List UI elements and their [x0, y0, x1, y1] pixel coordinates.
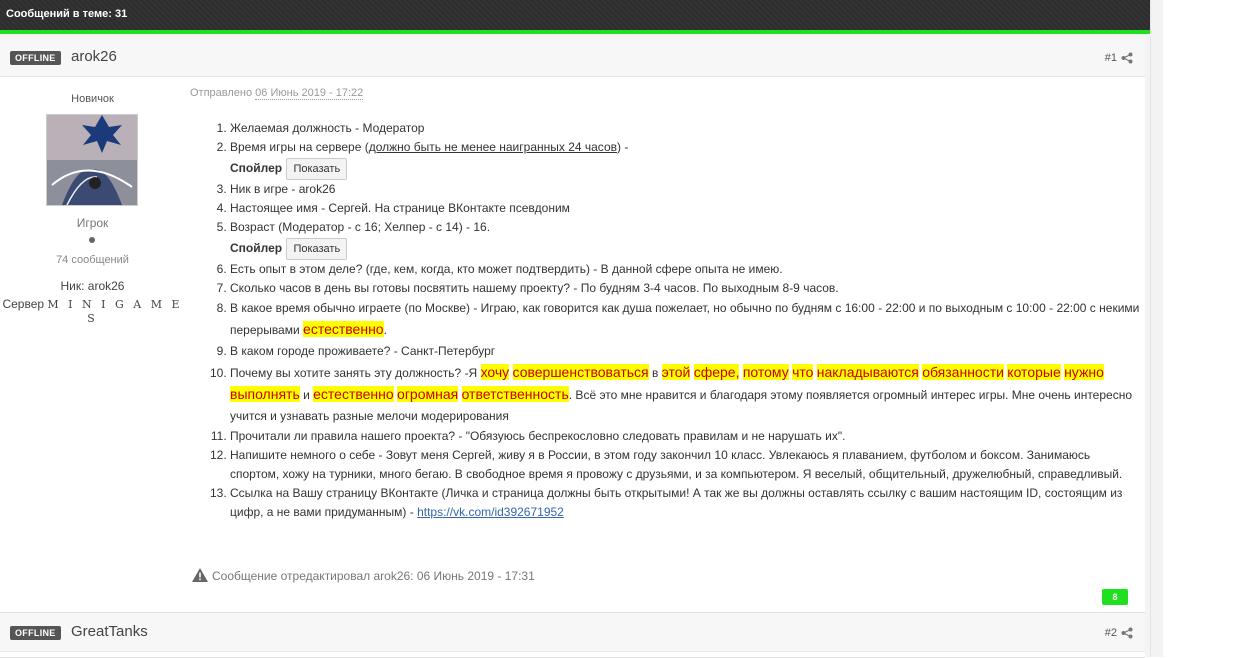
highlighted-word: этой: [661, 364, 691, 380]
post: OFFLINE GreatTanks #2: [0, 613, 1145, 658]
highlighted-word: естественно: [303, 321, 384, 337]
spoiler: Спойлер Показать: [230, 237, 1140, 260]
item-text: Ссылка на Вашу страницу ВКонтакте (Личка…: [230, 486, 1123, 519]
forum-page: Сообщений в теме: 31 OFFLINE arok26 #1 Н…: [0, 0, 1150, 658]
item-text: Настоящее имя - Сергей. На странице ВКон…: [230, 201, 570, 215]
post-number[interactable]: #2: [1105, 627, 1117, 639]
highlighted-word: сфере,: [693, 364, 740, 380]
user-nick: Ник: arok26: [60, 279, 125, 293]
highlighted-word: накладываются: [816, 364, 919, 380]
highlighted-word: которые: [1007, 364, 1061, 380]
item-text: Время игры на сервере (: [230, 140, 369, 154]
list-item: Сколько часов в день вы готовы посвятить…: [230, 279, 1140, 298]
edit-notice: Сообщение отредактировал arok26: 06 Июнь…: [192, 568, 535, 583]
user-server: Сервер M I N I G A M E S: [0, 297, 185, 325]
highlighted-word: что: [792, 364, 814, 380]
item-text: Есть опыт в этом деле? (где, кем, когда,…: [230, 262, 783, 276]
status-badge: OFFLINE: [10, 626, 61, 640]
share-icon[interactable]: [1121, 627, 1133, 639]
list-item: Напишите немного о себе - Зовут меня Сер…: [230, 446, 1140, 484]
item-text: и: [299, 388, 314, 402]
item-text: ) -: [617, 140, 629, 154]
list-item: Возраст (Модератор - с 16; Хелпер - с 14…: [230, 218, 1140, 260]
list-item: Желаемая должность - Модератор: [230, 119, 1140, 138]
spoiler-show-button[interactable]: Показать: [286, 157, 348, 180]
user-group: Игрок: [76, 216, 109, 230]
spoiler-label: Спойлер: [230, 241, 283, 255]
reputation-badge[interactable]: 8: [1102, 589, 1128, 605]
list-item: Есть опыт в этом деле? (где, кем, когда,…: [230, 260, 1140, 279]
status-badge: OFFLINE: [10, 51, 61, 65]
highlighted-word: огромная: [397, 386, 459, 402]
item-text: Напишите немного о себе - Зовут меня Сер…: [230, 448, 1123, 481]
user-rank: Новичок: [71, 93, 114, 105]
highlighted-word: хочу: [480, 364, 510, 380]
item-text: в: [648, 366, 662, 380]
item-text: Почему вы хотите занять эту должность? -…: [230, 366, 481, 380]
item-text: Прочитали ли правила нашего проекта? - "…: [230, 429, 846, 443]
post-author[interactable]: arok26: [71, 48, 117, 65]
item-text: .: [383, 323, 387, 337]
post-date: Отправлено 06 Июнь 2019 - 17:22: [190, 87, 364, 100]
spoiler-label: Спойлер: [230, 161, 283, 175]
avatar[interactable]: [46, 114, 138, 206]
highlighted-word: выполнять: [230, 386, 300, 402]
vk-profile-link[interactable]: https://vk.com/id392671952: [417, 505, 564, 519]
highlighted-word: ответственность: [461, 386, 569, 402]
post-number[interactable]: #1: [1105, 52, 1117, 64]
highlighted-word: обязанности: [922, 364, 1004, 380]
spoiler-show-button[interactable]: Показать: [286, 237, 348, 260]
warning-icon: [192, 568, 208, 582]
spoiler: Спойлер Показать: [230, 157, 1140, 180]
post: OFFLINE arok26 #1 Новичок Игрок 74 сообщ…: [0, 38, 1145, 613]
post-header: OFFLINE GreatTanks #2: [0, 613, 1145, 652]
avatar-image: [47, 115, 137, 206]
sent-date: 06 Июнь 2019 - 17:22: [255, 87, 364, 100]
topic-bar: Сообщений в теме: 31: [0, 0, 1150, 30]
post-header: OFFLINE arok26 #1: [0, 38, 1145, 77]
server-label: Сервер: [2, 297, 45, 311]
page-scroll-edge: [1150, 0, 1163, 657]
item-underline: должно быть не менее наигранных 24 часов: [368, 140, 617, 154]
highlighted-word: естественно: [313, 386, 394, 402]
list-item: Ник в игре - arok26: [230, 180, 1140, 199]
post-content: Желаемая должность - Модератор Время игр…: [190, 119, 1140, 522]
server-name: M I N I G A M E S: [47, 298, 183, 325]
list-item: Ссылка на Вашу страницу ВКонтакте (Личка…: [230, 484, 1140, 522]
message-count: 74 сообщений: [56, 254, 129, 266]
highlighted-word: потому: [742, 364, 789, 380]
list-item: Почему вы хотите занять эту должность? -…: [230, 362, 1140, 427]
sent-label: Отправлено: [190, 87, 253, 99]
item-text: Желаемая должность - Модератор: [230, 121, 425, 135]
list-item: Настоящее имя - Сергей. На странице ВКон…: [230, 199, 1140, 218]
list-item: Прочитали ли правила нашего проекта? - "…: [230, 427, 1140, 446]
accent-line: [0, 30, 1150, 34]
item-text: В каком городе проживаете? - Санкт-Петер…: [230, 344, 496, 358]
item-text: Возраст (Модератор - с 16; Хелпер - с 14…: [230, 220, 491, 234]
online-dot-icon: [89, 237, 95, 243]
edit-notice-text: Сообщение отредактировал arok26: 06 Июнь…: [212, 569, 535, 583]
post-author[interactable]: GreatTanks: [71, 623, 148, 640]
list-item: В какое время обычно играете (по Москве)…: [230, 298, 1140, 341]
item-text: Ник в игре - arok26: [230, 182, 336, 196]
highlighted-word: совершенствоваться: [512, 364, 649, 380]
highlighted-word: нужно: [1064, 364, 1104, 380]
topic-message-count: Сообщений в теме: 31: [6, 8, 128, 20]
item-text: Сколько часов в день вы готовы посвятить…: [230, 281, 839, 295]
application-list: Желаемая должность - Модератор Время игр…: [190, 119, 1140, 522]
list-item: В каком городе проживаете? - Санкт-Петер…: [230, 341, 1140, 362]
share-icon[interactable]: [1121, 52, 1133, 64]
list-item: Время игры на сервере (должно быть не ме…: [230, 138, 1140, 180]
